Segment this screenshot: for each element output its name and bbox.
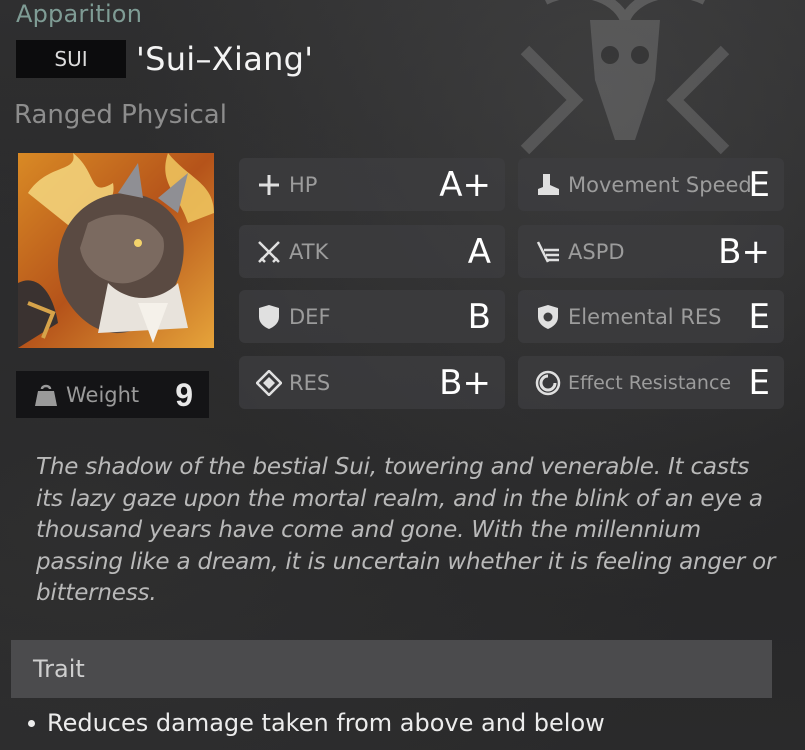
unit-category: Apparition: [16, 0, 143, 28]
weight-label: Weight: [66, 382, 140, 407]
stat-hp: HP A+: [239, 158, 505, 211]
stat-grade: E: [748, 165, 770, 205]
stat-label: HP: [289, 172, 318, 197]
weight-icon: [32, 381, 60, 409]
stat-grade: E: [748, 363, 770, 403]
stat-elemental-res: Elemental RES E: [518, 290, 784, 343]
stat-aspd: ASPD B+: [518, 225, 784, 278]
unit-description: The shadow of the bestial Sui, towering …: [36, 454, 776, 606]
stat-label: Movement Speed: [568, 172, 752, 197]
stat-movement-speed: Movement Speed E: [518, 158, 784, 211]
stat-label: Effect Resistance: [568, 371, 732, 394]
speed-lines-icon: [534, 238, 562, 266]
unit-name: 'Sui–Xiang': [136, 40, 314, 78]
shield-icon: [255, 303, 283, 331]
stat-label: ATK: [289, 239, 329, 264]
weight-value: 9: [175, 377, 193, 413]
stat-effect-resistance: Effect Resistance E: [518, 356, 784, 409]
stat-label: RES: [289, 370, 331, 395]
unit-type: Ranged Physical: [14, 100, 227, 130]
trait-title: Trait: [33, 655, 85, 683]
stat-grade: B+: [439, 363, 491, 403]
trait-text: Reduces damage taken from above and belo…: [47, 709, 605, 737]
plus-icon: [255, 171, 283, 199]
stat-res: RES B+: [239, 356, 505, 409]
stat-label: Elemental RES: [568, 304, 722, 329]
stat-grade: A+: [439, 165, 491, 205]
unit-tag: SUI: [16, 40, 126, 78]
stat-grade: E: [748, 297, 770, 337]
stat-def: DEF B: [239, 290, 505, 343]
unit-portrait: [18, 153, 214, 348]
stat-grade: B: [467, 297, 491, 337]
bullet-icon: [28, 719, 35, 727]
stat-grade: B+: [718, 232, 770, 272]
stat-label: DEF: [289, 304, 331, 329]
weight-indicator: Weight 9: [16, 371, 209, 418]
skull-emblem-icon: [520, 0, 730, 155]
trait-header: Trait: [11, 640, 772, 698]
stat-atk: ATK A: [239, 225, 505, 278]
diamond-icon: [255, 369, 283, 397]
stat-label: ASPD: [568, 239, 625, 264]
boot-icon: [534, 171, 562, 199]
enemy-info-panel: Apparition SUI 'Sui–Xiang' Ranged Physic…: [0, 0, 805, 750]
trait-item: Reduces damage taken from above and belo…: [28, 709, 605, 737]
stat-grade: A: [467, 232, 491, 272]
crossed-swords-icon: [255, 238, 283, 266]
ring-icon: [534, 369, 562, 397]
elemental-shield-icon: [534, 303, 562, 331]
